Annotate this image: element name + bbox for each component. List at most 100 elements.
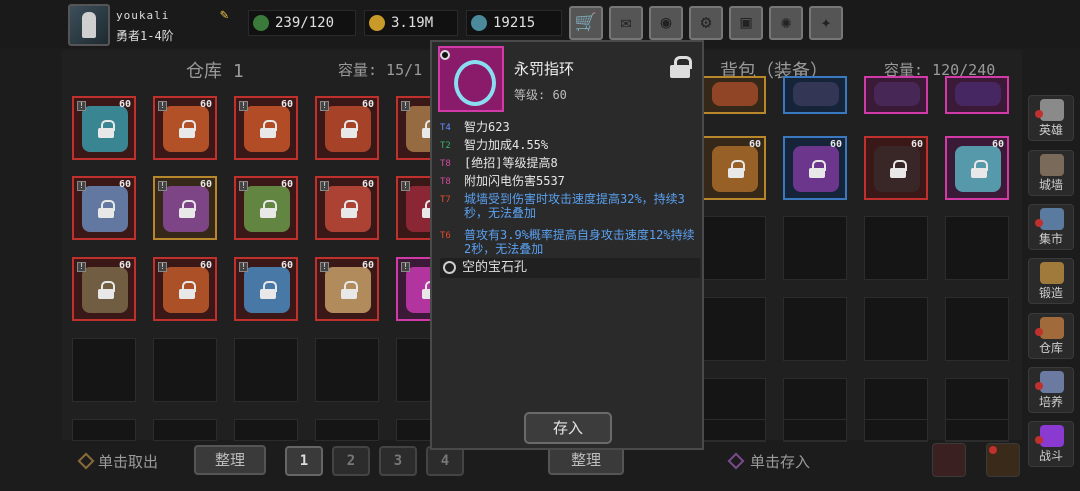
empty-slot[interactable] [234, 419, 298, 441]
page-button-4[interactable]: 4 [426, 446, 464, 476]
warehouse-item-slot[interactable]: 60! [234, 257, 298, 321]
empty-slot[interactable] [153, 419, 217, 441]
warehouse-item-slot[interactable]: 60! [72, 96, 136, 160]
empty-slot[interactable] [945, 216, 1009, 280]
backpack-item-slot[interactable] [864, 76, 928, 114]
gold-icon [369, 15, 385, 31]
empty-slot[interactable] [702, 216, 766, 280]
backpack-item-slot[interactable]: 60 [783, 136, 847, 200]
empty-slot[interactable] [864, 297, 928, 361]
bag-shortcut-icon[interactable] [986, 443, 1020, 477]
alert-icon [989, 446, 997, 454]
warehouse-item-slot[interactable]: 60! [72, 257, 136, 321]
mail-icon[interactable]: ✉ [609, 6, 643, 40]
energy-icon [253, 15, 269, 31]
empty-slot[interactable] [945, 297, 1009, 361]
warehouse-item-slot[interactable]: 60! [153, 257, 217, 321]
item-level-badge: 60 [280, 99, 293, 110]
empty-slot[interactable] [945, 419, 1009, 441]
take-out-label[interactable]: 单击取出 [98, 451, 158, 472]
stat-text: 附加闪电伤害5537 [464, 174, 565, 188]
warehouse-item-slot[interactable]: 60! [153, 96, 217, 160]
item-level-badge: 60 [199, 99, 212, 110]
empty-slot[interactable] [783, 419, 847, 441]
backpack-item-slot[interactable] [945, 76, 1009, 114]
warehouse-item-slot[interactable]: 60! [153, 176, 217, 240]
sort-warehouse-button[interactable]: 整理 [194, 445, 266, 475]
empty-slot[interactable] [315, 338, 379, 402]
warehouse-capacity: 容量: 15/1 [338, 61, 423, 79]
info-icon: ! [77, 262, 86, 272]
page-button-2[interactable]: 2 [332, 446, 370, 476]
gold-counter: 3.19M [364, 10, 458, 36]
gamepad-icon[interactable]: ◉ [649, 6, 683, 40]
stat-tier: T7 [440, 195, 451, 205]
empty-slot[interactable] [315, 419, 379, 441]
item-level-badge: 60 [280, 260, 293, 271]
empty-slot[interactable] [702, 297, 766, 361]
backpack-item-slot[interactable]: 60 [702, 136, 766, 200]
info-icon: ! [158, 262, 167, 272]
empty-slot[interactable] [72, 419, 136, 441]
colorwheel-icon[interactable]: ✺ [769, 6, 803, 40]
lock-icon [179, 281, 196, 299]
lock-icon [341, 281, 358, 299]
sidebar-button-3[interactable]: 锻造 [1028, 258, 1074, 304]
lock-icon[interactable] [670, 56, 692, 78]
backpack-item-slot[interactable]: 60 [945, 136, 1009, 200]
sidebar-button-6[interactable]: 战斗 [1028, 421, 1074, 467]
empty-slot[interactable] [864, 216, 928, 280]
sidebar-button-0[interactable]: 英雄 [1028, 95, 1074, 141]
sidebar-icon [1040, 317, 1064, 339]
store-label[interactable]: 单击存入 [750, 451, 810, 472]
lock-icon [179, 200, 196, 218]
warehouse-item-slot[interactable]: 60! [315, 96, 379, 160]
warehouse-item-slot[interactable]: 60! [315, 257, 379, 321]
warehouse-item-slot[interactable]: 60! [234, 96, 298, 160]
sidebar-icon [1040, 262, 1064, 284]
empty-slot[interactable] [864, 419, 928, 441]
sidebar-button-5[interactable]: 培养 [1028, 367, 1074, 413]
info-icon: ! [401, 262, 410, 272]
item-level-badge: 60 [199, 260, 212, 271]
lock-icon [260, 281, 277, 299]
item-level-badge: 60 [361, 99, 374, 110]
lock-icon [341, 120, 358, 138]
empty-slot[interactable] [783, 216, 847, 280]
empty-slot[interactable] [153, 338, 217, 402]
warehouse-item-slot[interactable]: 60! [315, 176, 379, 240]
item-level: 等级: 60 [514, 88, 567, 102]
info-icon: ! [320, 101, 329, 111]
empty-slot[interactable] [783, 297, 847, 361]
backpack-item-slot[interactable] [702, 76, 766, 114]
gift-icon[interactable]: ▣ [729, 6, 763, 40]
sidebar-button-4[interactable]: 仓库 [1028, 313, 1074, 359]
feather-icon[interactable]: ✦ [809, 6, 843, 40]
empty-slot[interactable] [702, 419, 766, 441]
info-icon: ! [77, 181, 86, 191]
page-button-1[interactable]: 1 [285, 446, 323, 476]
stat-tier: T2 [440, 141, 451, 151]
stat-tier: T6 [440, 231, 451, 241]
store-button[interactable]: 存入 [524, 412, 612, 444]
backpack-item-slot[interactable] [783, 76, 847, 114]
gear-icon [793, 82, 839, 106]
page-button-3[interactable]: 3 [379, 446, 417, 476]
armor-shortcut-icon[interactable] [932, 443, 966, 477]
settings-icon[interactable]: ⚙ [689, 6, 723, 40]
warehouse-item-slot[interactable]: 60! [72, 176, 136, 240]
item-level-badge: 60 [910, 139, 923, 150]
empty-slot[interactable] [72, 338, 136, 402]
sidebar-button-1[interactable]: 城墙 [1028, 150, 1074, 196]
cart-icon[interactable]: 🛒 [569, 6, 603, 40]
empty-slot[interactable] [234, 338, 298, 402]
edit-icon[interactable]: ✎ [220, 7, 236, 23]
socket-dot-icon [440, 50, 450, 60]
avatar[interactable] [68, 4, 110, 46]
player-rank: 勇者1-4阶 [116, 29, 174, 43]
backpack-item-slot[interactable]: 60 [864, 136, 928, 200]
lock-icon [98, 200, 115, 218]
info-icon: ! [239, 101, 248, 111]
warehouse-item-slot[interactable]: 60! [234, 176, 298, 240]
sidebar-button-2[interactable]: 集市 [1028, 204, 1074, 250]
